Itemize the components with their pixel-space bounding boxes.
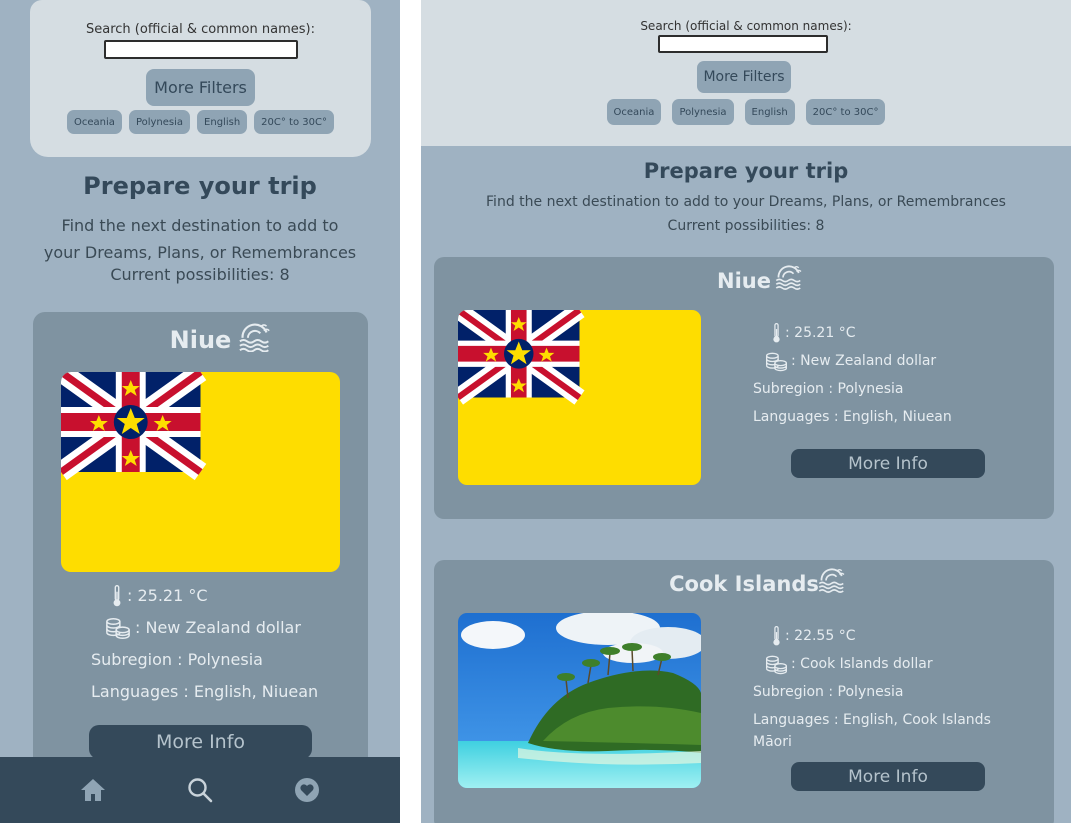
- country-name: Niue: [33, 326, 368, 354]
- thermometer-icon: [111, 584, 123, 608]
- ocean-icon: [774, 262, 804, 290]
- currency-value: : New Zealand dollar: [135, 618, 301, 637]
- temperature-value: : 22.55 °C: [785, 628, 856, 644]
- more-info-button[interactable]: More Info: [89, 725, 312, 759]
- country-card-niue: Niue : 25.21 °C : New Zealand dollar Sub…: [434, 257, 1054, 519]
- search-input[interactable]: [658, 35, 828, 53]
- beach-photo-image: [458, 613, 701, 788]
- search-icon[interactable]: [185, 775, 215, 805]
- subtitle-line: your Dreams, Plans, or Remembrances: [43, 243, 357, 262]
- coins-icon: [105, 616, 131, 640]
- filter-chip-english[interactable]: English: [197, 110, 248, 134]
- ocean-icon: [237, 320, 273, 352]
- subregion-value: Subregion : Polynesia: [91, 650, 263, 669]
- temperature-row: : 25.21 °C: [753, 319, 952, 347]
- country-name-text: Cook Islands: [669, 572, 819, 596]
- temperature-value: : 25.21 °C: [785, 325, 856, 341]
- languages-value: Languages : English, Niuean: [91, 682, 319, 701]
- currency-value: : Cook Islands dollar: [791, 656, 933, 672]
- country-name: Cook Islands: [434, 572, 1054, 596]
- filter-chip-polynesia[interactable]: Polynesia: [128, 110, 191, 134]
- more-info-button[interactable]: More Info: [791, 449, 985, 478]
- country-details: : 22.55 °C : Cook Islands dollar Subregi…: [753, 622, 991, 753]
- thermometer-icon: [771, 625, 782, 647]
- more-filters-button[interactable]: More Filters: [146, 69, 255, 106]
- favorites-icon[interactable]: [292, 775, 322, 805]
- coins-icon: [765, 654, 788, 675]
- country-card-niue: Niue : 25.21 °C : New Zealand dollar Sub…: [33, 312, 368, 823]
- possibilities-count: Current possibilities: 8: [667, 218, 825, 234]
- temperature-row: : 22.55 °C: [753, 622, 991, 650]
- filter-chip-oceania[interactable]: Oceania: [606, 99, 662, 125]
- filter-chips: Oceania Polynesia English 20C° to 30C°: [30, 110, 371, 134]
- thermometer-icon: [771, 322, 782, 344]
- more-info-button[interactable]: More Info: [791, 762, 985, 791]
- currency-row: : Cook Islands dollar: [753, 650, 991, 678]
- search-input[interactable]: [104, 40, 298, 59]
- filter-chip-english[interactable]: English: [744, 99, 795, 125]
- niue-flag-image: [458, 310, 701, 485]
- country-details: : 25.21 °C : New Zealand dollar Subregio…: [91, 580, 318, 708]
- page-title: Prepare your trip: [83, 172, 317, 200]
- temperature-row: : 25.21 °C: [91, 580, 318, 612]
- temperature-value: : 25.21 °C: [127, 586, 208, 605]
- more-filters-button[interactable]: More Filters: [697, 61, 791, 93]
- search-panel: Search (official & common names): More F…: [421, 0, 1071, 146]
- languages-value: Languages : English, Cook Islands Māori: [753, 706, 991, 753]
- currency-row: : New Zealand dollar: [91, 612, 318, 644]
- desktop-view: Search (official & common names): More F…: [421, 0, 1071, 823]
- filter-chip-temperature[interactable]: 20C° to 30C°: [254, 110, 334, 134]
- filter-chip-polynesia[interactable]: Polynesia: [672, 99, 734, 125]
- bottom-nav: [0, 757, 400, 823]
- subtitle-line: Find the next destination to add to: [61, 216, 339, 235]
- country-name: Niue: [434, 269, 1054, 293]
- country-name-text: Niue: [169, 326, 232, 354]
- languages-line: Māori: [753, 734, 792, 750]
- currency-value: : New Zealand dollar: [791, 353, 937, 369]
- filter-chip-oceania[interactable]: Oceania: [67, 110, 122, 134]
- currency-row: : New Zealand dollar: [753, 347, 952, 375]
- page-title: Prepare your trip: [643, 159, 849, 183]
- page-subtitle: Find the next destination to add to your…: [486, 194, 1006, 210]
- country-card-cook-islands: Cook Islands: 22.55 °C: Cook Islands d…: [434, 560, 1054, 823]
- filter-chip-temperature[interactable]: 20C° to 30C°: [805, 99, 886, 125]
- languages-line: Languages : English, Cook Islands: [753, 712, 991, 728]
- niue-flag-image: [61, 372, 340, 572]
- ocean-icon: [817, 565, 847, 593]
- search-panel: Search (official & common names): More F…: [30, 0, 371, 157]
- filter-chips: Oceania Polynesia English 20C° to 30C°: [421, 99, 1071, 125]
- possibilities-count: Current possibilities: 8: [110, 265, 290, 284]
- mobile-view: Search (official & common names): More F…: [0, 0, 400, 823]
- home-icon[interactable]: [78, 775, 108, 805]
- subregion-value: Subregion : Polynesia: [753, 684, 904, 700]
- country-details: : 25.21 °C : New Zealand dollar Subregio…: [753, 319, 952, 431]
- coins-icon: [765, 351, 788, 372]
- page-subtitle: Find the next destination to add to your…: [40, 212, 360, 266]
- search-label: Search (official & common names):: [640, 19, 852, 33]
- country-name-text: Niue: [717, 269, 771, 293]
- languages-value: Languages : English, Niuean: [753, 409, 952, 425]
- search-label: Search (official & common names):: [86, 22, 315, 37]
- subregion-value: Subregion : Polynesia: [753, 381, 904, 397]
